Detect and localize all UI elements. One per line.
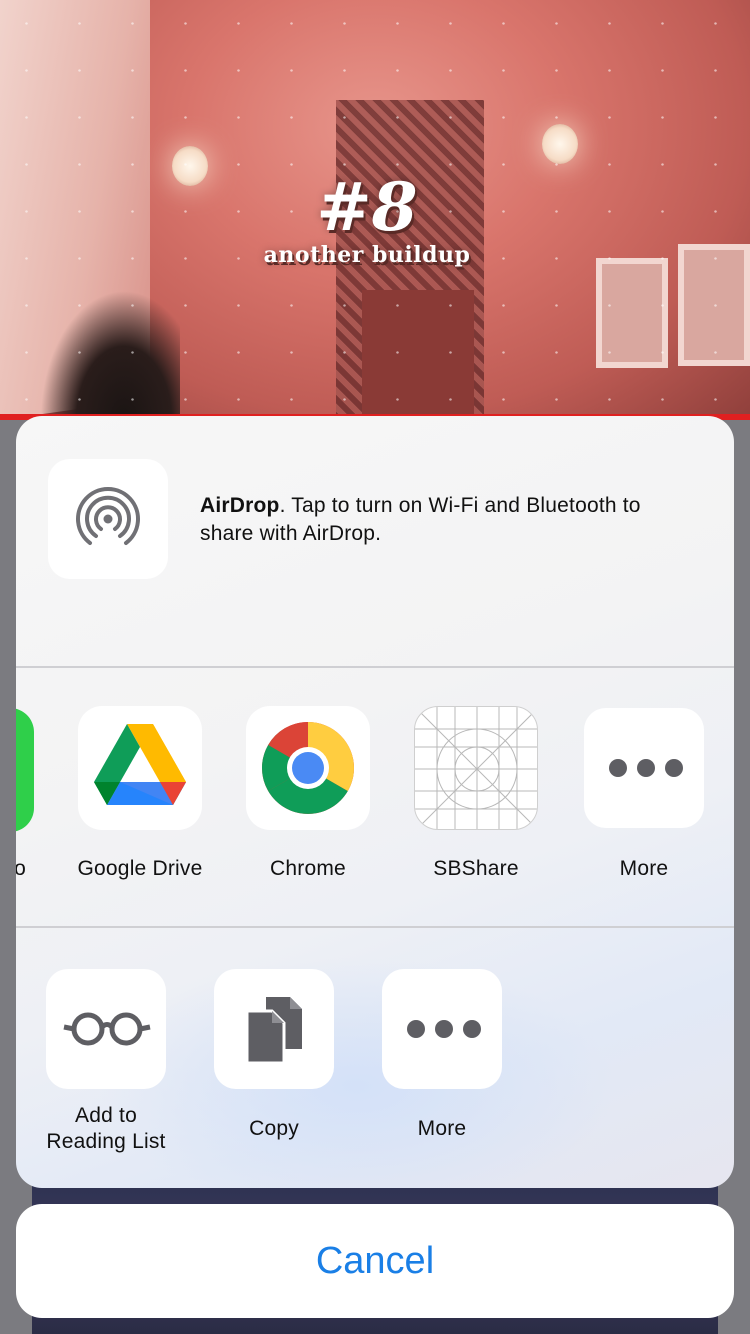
actions-more-button[interactable] (382, 969, 502, 1089)
section-divider (16, 666, 734, 668)
chrome-icon (262, 722, 354, 814)
airdrop-description: AirDrop. Tap to turn on Wi-Fi and Blueto… (200, 492, 700, 548)
add-to-reading-list-button[interactable] (46, 969, 166, 1089)
reading-glasses-icon (63, 1012, 151, 1046)
app-label-google-drive: Google Drive (77, 857, 203, 880)
sbshare-placeholder-icon (415, 707, 537, 829)
more-icon (609, 759, 683, 777)
app-tile-partial[interactable] (16, 708, 34, 832)
google-drive-icon (94, 724, 186, 805)
cancel-button[interactable]: Cancel (16, 1204, 734, 1318)
app-chrome[interactable] (246, 706, 370, 830)
app-label-more: More (619, 857, 669, 880)
action-label-reading-list: Add to Reading List (22, 1103, 190, 1155)
app-label-partial: o (16, 857, 26, 880)
airdrop-button[interactable] (48, 459, 168, 579)
app-label-sbshare: SBShare (433, 857, 519, 880)
app-label-chrome: Chrome (270, 857, 346, 880)
share-sheet: AirDrop. Tap to turn on Wi-Fi and Blueto… (16, 416, 734, 1188)
more-icon (407, 1020, 481, 1038)
apps-more-button[interactable] (584, 708, 704, 828)
app-sbshare[interactable] (414, 706, 538, 830)
action-label-copy: Copy (249, 1117, 299, 1140)
video-thumbnail: #8 another buildup (0, 0, 750, 420)
video-title-number: #8 (316, 168, 418, 246)
action-label-more: More (417, 1117, 467, 1140)
video-title-caption: another buildup (263, 242, 471, 268)
action-label-line1: Add to (75, 1104, 137, 1127)
airdrop-title: AirDrop (200, 494, 280, 517)
copy-button[interactable] (214, 969, 334, 1089)
airdrop-icon (76, 487, 140, 545)
action-label-line2: Reading List (46, 1130, 166, 1153)
section-divider (16, 926, 734, 928)
copy-icon (245, 997, 302, 1065)
app-google-drive[interactable] (78, 706, 202, 830)
